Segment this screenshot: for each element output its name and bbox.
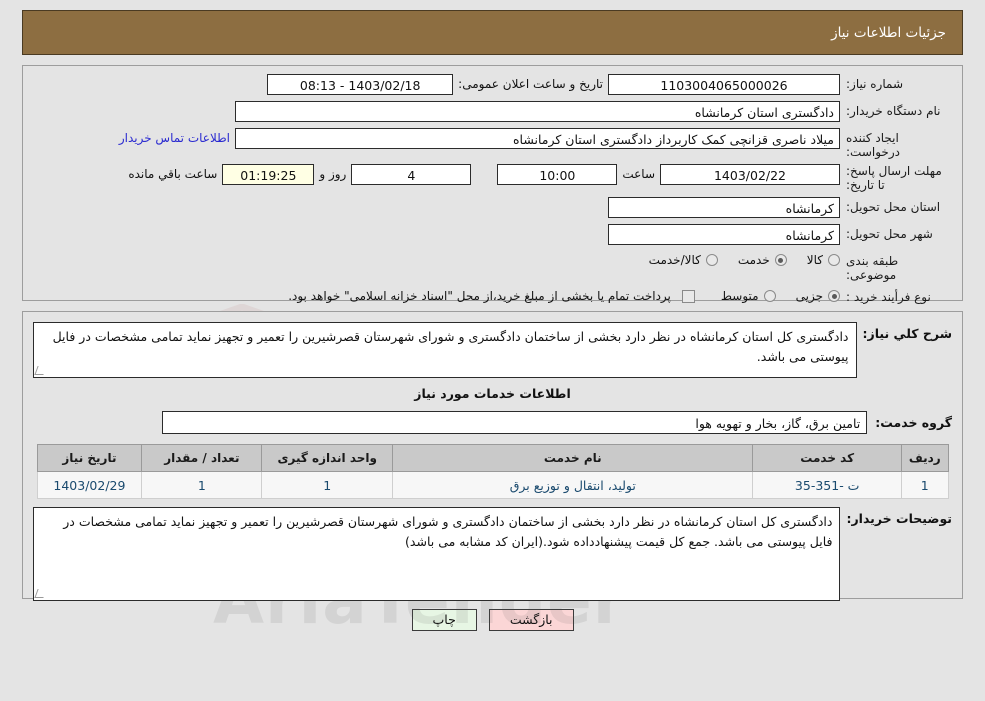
cell-unit: 1 [261,471,394,499]
col-header-quantity: تعداد / مقدار [141,444,263,472]
response-deadline-label: مهلت ارسال پاسخ: تا تاریخ: [846,164,942,192]
radio-icon[interactable] [828,254,840,266]
delivery-province-value: کرمانشاه [608,197,840,218]
delivery-city-label: شهر محل تحویل: [846,227,933,241]
announce-datetime-label: تاریخ و ساعت اعلان عمومی: [458,77,603,91]
table-header-row: ردیف کد خدمت نام خدمت واحد اندازه گیری ت… [36,444,949,472]
buyer-org-value: دادگستری استان کرمانشاه [235,101,840,122]
row-delivery-province: استان محل تحویل: کرمانشاه [33,197,952,219]
row-delivery-city: شهر محل تحویل: کرمانشاه [33,224,952,246]
purchase-type-option-jozi[interactable]: جزیی [782,289,840,303]
buyer-notes-text: دادگستری کل استان کرمانشاه در نظر دارد ب… [33,507,841,601]
delivery-city-value: کرمانشاه [608,224,840,245]
service-group-label: گروه خدمت: [875,415,952,430]
need-info-panel: شماره نیاز: 1103004065000026 تاریخ و ساع… [22,65,963,401]
details-panel: AriaTender شرح کلي نیاز: دادگستری کل است… [22,311,963,639]
cell-service-code: ت -351-35 [752,471,903,499]
col-header-need-date: تاریخ نیاز [36,444,143,472]
cell-quantity: 1 [141,471,263,499]
need-number-label: شماره نیاز: [846,77,903,91]
checkbox-icon[interactable] [681,289,695,303]
back-button[interactable]: بازگشت [488,609,574,631]
radio-icon[interactable] [774,254,787,266]
buyer-contact-link[interactable]: اطلاعات تماس خریدار [114,128,235,149]
col-header-row: ردیف [901,444,949,472]
deadline-hour-label: ساعت [622,167,655,181]
deadline-timer-label: ساعت باقي مانده [128,167,218,181]
request-creator-label: ایجاد کننده درخواست: [846,131,900,159]
purchase-type-label: نوع فرأیند خرید : [846,290,931,304]
col-header-name: نام خدمت [392,444,754,472]
category-label: طبقه بندی موضوعی: [846,254,899,282]
row-purchase-type: نوع فرأیند خرید : جزیی متوسط پرداخت تمام… [33,287,952,309]
col-header-unit: واحد اندازه گیری [261,444,394,472]
category-option-kala-khedmat[interactable]: کالا/خدمت [635,253,718,267]
category-option-label: کالا/خدمت [648,253,701,267]
services-table: ردیف کد خدمت نام خدمت واحد اندازه گیری ت… [36,444,949,499]
deadline-date-value: 1403/02/22 [660,164,840,185]
deadline-countdown-timer: 01:19:25 [222,164,315,185]
deadline-days-label: روز و [319,167,347,181]
row-need-number: شماره نیاز: 1103004065000026 تاریخ و ساع… [33,74,952,96]
row-response-deadline: مهلت ارسال پاسخ: تا تاریخ: 1403/02/22 سا… [33,164,952,192]
row-category: طبقه بندی موضوعی: کالا خدمت کالا/خدمت [33,251,952,282]
row-buyer-org: نام دستگاه خریدار: دادگستری استان کرمانش… [33,101,952,123]
page-title: جزئیات اطلاعات نیاز [831,24,946,41]
category-option-label: خدمت [737,253,770,267]
row-need-summary: شرح کلي نیاز: دادگستری کل استان کرمانشاه… [33,322,952,378]
deadline-days-value: 4 [351,164,472,185]
need-summary-label: شرح کلي نیاز: [862,326,952,341]
buyer-notes-label: توضیحات خریدار: [846,511,952,526]
request-creator-value: میلاد ناصری قزانچی کمک کاربرداز دادگستری… [235,128,840,149]
category-option-kala[interactable]: کالا [793,253,840,267]
radio-icon[interactable] [763,290,776,302]
cell-service-name: تولید، انتقال و توزیع برق [392,471,754,499]
services-section-title: اطلاعات خدمات مورد نیاز [414,386,571,401]
purchase-type-option-motavaset[interactable]: متوسط [707,289,776,303]
category-radio-group: کالا خدمت کالا/خدمت [635,251,840,267]
announce-datetime-value: 1403/02/18 - 08:13 [267,74,454,95]
row-request-creator: ایجاد کننده درخواست: میلاد ناصری قزانچی … [33,128,952,159]
print-button[interactable]: چاپ [411,609,477,631]
row-service-group: گروه خدمت: تامین برق، گاز، بخار و تهویه … [33,411,952,434]
treasury-bond-text: پرداخت تمام یا بخشی از مبلغ خرید،از محل … [288,289,671,303]
col-header-code: کد خدمت [752,444,903,472]
purchase-type-option-label: جزیی [795,289,823,303]
cell-row-index: 1 [901,471,949,499]
footer-button-bar: بازگشت چاپ [0,609,985,631]
need-number-value: 1103004065000026 [608,74,840,95]
purchase-type-option-label: متوسط [720,289,759,303]
purchase-type-radio-group: جزیی متوسط پرداخت تمام یا بخشی از مبلغ خ… [288,287,840,303]
treasury-bond-checkbox-item[interactable]: پرداخت تمام یا بخشی از مبلغ خرید،از محل … [288,289,695,303]
radio-icon[interactable] [828,290,840,302]
need-summary-text: دادگستری کل استان کرمانشاه در نظر دارد ب… [33,322,857,378]
delivery-province-label: استان محل تحویل: [846,200,941,214]
deadline-hour-value: 10:00 [497,164,618,185]
page-header: جزئیات اطلاعات نیاز [22,10,963,55]
row-buyer-notes: توضیحات خریدار: دادگستری کل استان کرمانش… [33,507,952,601]
buyer-org-label: نام دستگاه خریدار: [846,104,941,118]
table-row: 1 ت -351-35 تولید، انتقال و توزیع برق 1 … [36,471,949,499]
category-option-label: کالا [806,253,823,267]
category-option-khedmat[interactable]: خدمت [724,253,787,267]
service-group-value: تامین برق، گاز، بخار و تهویه هوا [162,411,868,434]
radio-icon[interactable] [705,254,718,266]
cell-need-date: 1403/02/29 [36,471,143,499]
